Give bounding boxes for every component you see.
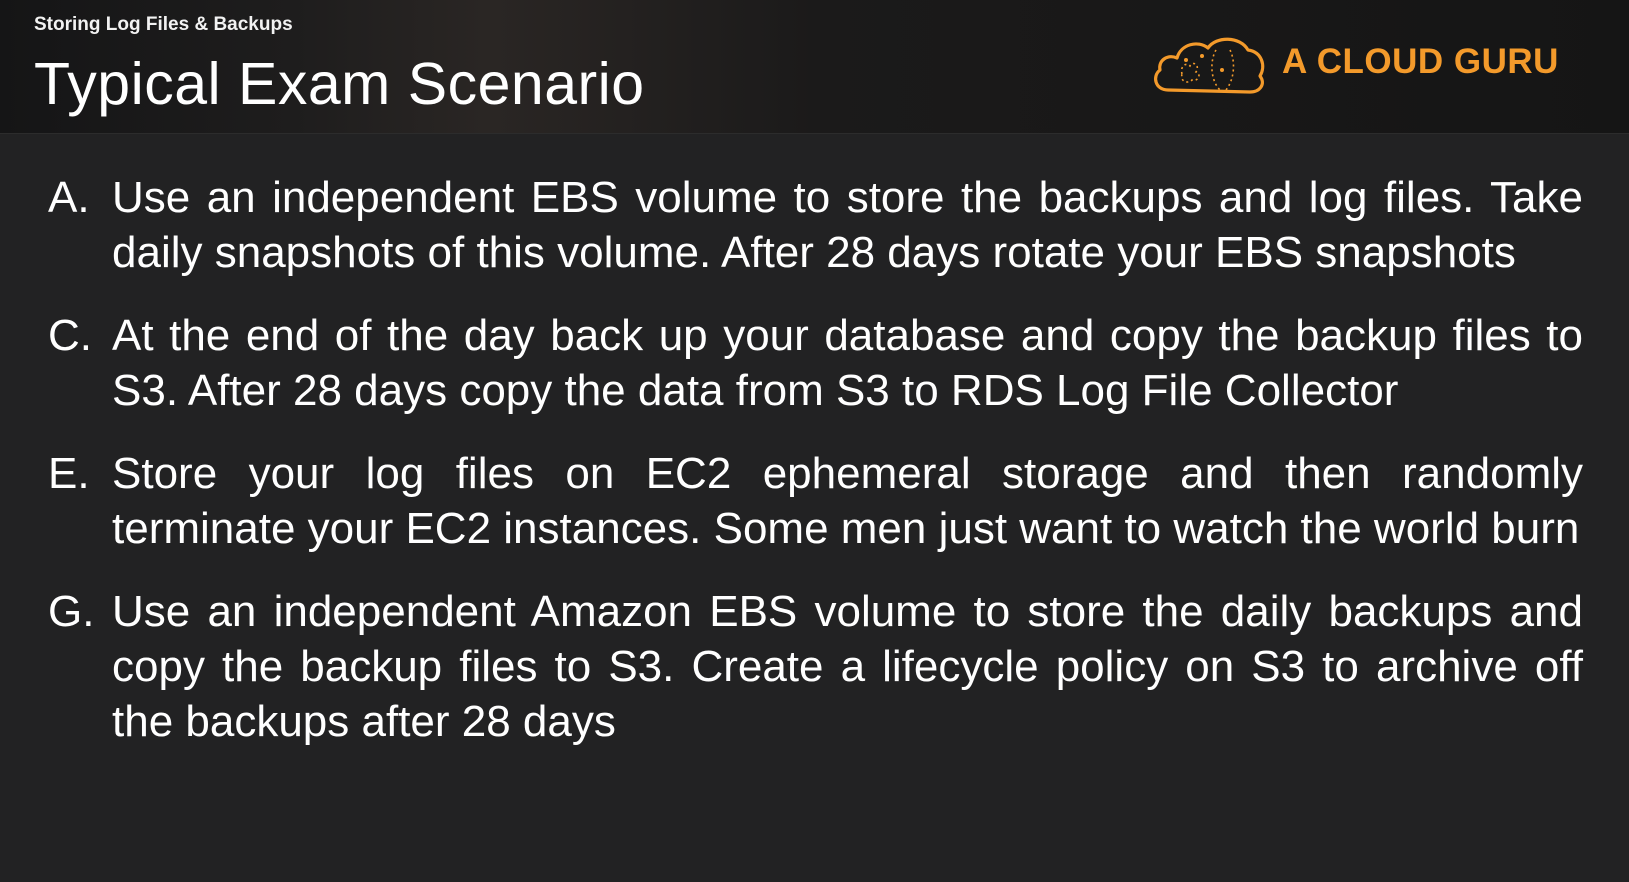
- option-letter: E.: [48, 449, 90, 498]
- option-text: Use an independent Amazon EBS volume to …: [112, 587, 1583, 746]
- brand-logo: A CLOUD GURU: [1150, 30, 1590, 100]
- option-letter: A.: [48, 173, 90, 222]
- slide: Storing Log Files & Backups Typical Exam…: [0, 0, 1629, 882]
- brand-name: A CLOUD GURU: [1282, 42, 1559, 81]
- answer-options: A. Use an independent EBS volume to stor…: [48, 170, 1583, 749]
- slide-header: Storing Log Files & Backups Typical Exam…: [0, 0, 1629, 134]
- option-e: E. Store your log files on EC2 ephemeral…: [48, 446, 1583, 556]
- option-a: A. Use an independent EBS volume to stor…: [48, 170, 1583, 280]
- option-letter: C.: [48, 311, 92, 360]
- option-text: Store your log files on EC2 ephemeral st…: [112, 449, 1583, 553]
- option-text: At the end of the day back up your datab…: [112, 311, 1583, 415]
- option-letter: G.: [48, 587, 95, 636]
- option-text: Use an independent EBS volume to store t…: [112, 173, 1583, 277]
- option-c: C. At the end of the day back up your da…: [48, 308, 1583, 418]
- option-g: G. Use an independent Amazon EBS volume …: [48, 584, 1583, 749]
- slide-title: Typical Exam Scenario: [34, 51, 645, 117]
- cloud-icon: [1154, 37, 1265, 94]
- section-subtitle: Storing Log Files & Backups: [34, 14, 293, 35]
